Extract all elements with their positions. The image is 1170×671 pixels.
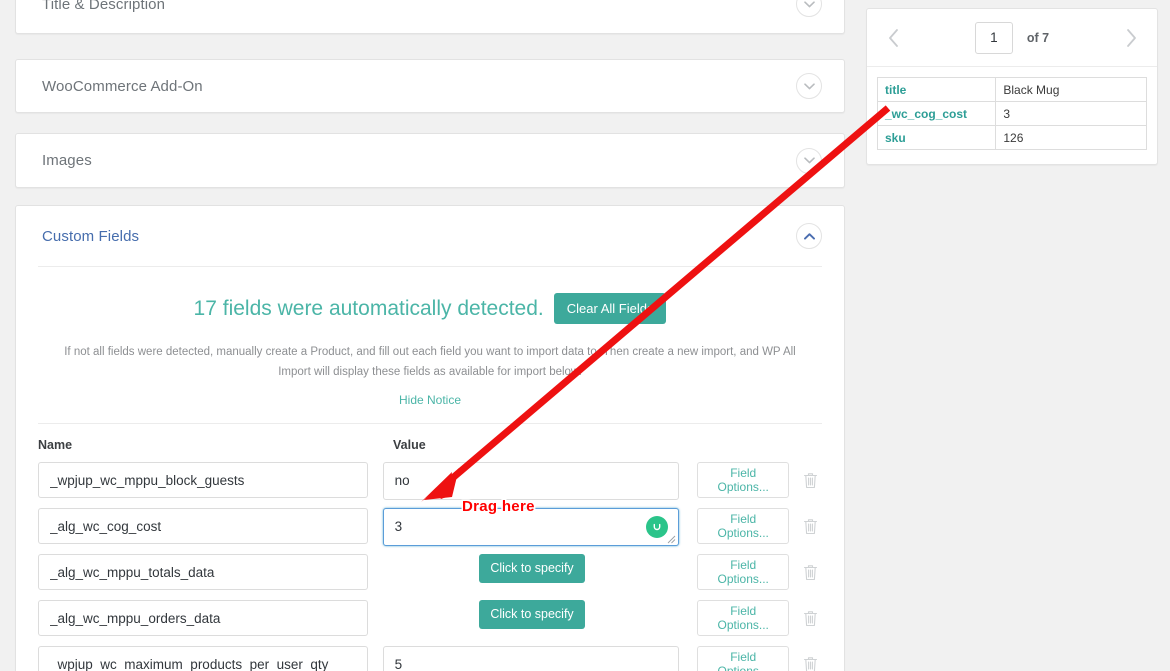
auto-detect-help-text: If not all fields were detected, manuall… — [64, 346, 796, 378]
field-value-input[interactable]: no — [382, 462, 679, 501]
field-value-text: 5 — [394, 657, 403, 671]
panel-title-description[interactable]: Title & Description — [15, 0, 845, 34]
field-name-input[interactable] — [38, 462, 368, 499]
click-to-specify-button[interactable]: Click to specify — [479, 600, 585, 629]
custom-field-row: 3 Field Options... — [38, 508, 822, 547]
custom-field-row: no Field Options... — [38, 462, 822, 501]
panel-images[interactable]: Images — [15, 133, 845, 188]
table-row[interactable]: sku 126 — [876, 125, 1147, 150]
data-preview-column: of 7 title Black Mug _wc_cog_cost — [866, 8, 1158, 165]
panel-woocommerce-addon-label: WooCommerce Add-On — [42, 77, 203, 95]
table-cell-value: 3 — [995, 101, 1147, 126]
field-options-button[interactable]: Field Options... — [697, 646, 790, 671]
fields-detected-text: 17 fields were automatically detected. — [193, 296, 544, 320]
custom-fields-column-headers: Name Value — [38, 438, 822, 452]
preview-data-table: title Black Mug _wc_cog_cost 3 sku 126 — [876, 77, 1147, 150]
field-value-cell: no — [382, 462, 682, 501]
import-template-column: Title & Description WooCommerce Add-On I… — [0, 0, 860, 671]
field-options-button[interactable]: Field Options... — [697, 600, 790, 637]
field-value-cell: 5 — [382, 646, 682, 671]
custom-field-row: Click to specify Field Options... — [38, 600, 822, 638]
column-header-value: Value — [393, 438, 426, 453]
field-options-button[interactable]: Field Options... — [697, 508, 790, 545]
field-name-input[interactable] — [38, 646, 368, 671]
chevron-up-icon[interactable] — [796, 223, 822, 249]
trash-icon[interactable] — [799, 646, 822, 671]
trash-icon[interactable] — [799, 554, 822, 590]
chevron-down-icon[interactable] — [796, 147, 822, 174]
drop-target-smiley-icon — [645, 516, 668, 539]
table-cell-key[interactable]: sku — [876, 125, 997, 150]
screen-root: Title & Description WooCommerce Add-On I… — [0, 0, 1170, 671]
click-to-specify-button[interactable]: Click to specify — [479, 554, 585, 583]
field-options-button[interactable]: Field Options... — [697, 554, 790, 591]
field-options-button[interactable]: Field Options... — [697, 462, 790, 499]
notice-divider — [38, 423, 822, 425]
table-row[interactable]: title Black Mug — [876, 77, 1147, 102]
panel-images-header[interactable]: Images — [16, 134, 844, 187]
field-value-input[interactable]: 5 — [382, 646, 679, 671]
column-header-name: Name — [38, 438, 73, 453]
chevron-left-icon[interactable] — [879, 24, 907, 52]
custom-fields-table: Name Value no Field Options... — [16, 438, 844, 671]
field-name-input[interactable] — [38, 508, 368, 545]
trash-icon[interactable] — [799, 508, 822, 544]
panel-title-description-label: Title & Description — [42, 0, 166, 13]
table-cell-key[interactable]: title — [876, 77, 997, 102]
custom-field-row: 5 Field Options... — [38, 646, 822, 671]
field-value-cell: Click to specify — [383, 554, 682, 583]
field-name-input[interactable] — [38, 600, 368, 637]
clear-all-fields-button[interactable]: Clear All Fields — [553, 293, 667, 324]
page-number-input[interactable] — [974, 21, 1013, 54]
data-preview-panel: of 7 title Black Mug _wc_cog_cost — [866, 8, 1158, 165]
auto-detect-notice: 17 fields were automatically detected. C… — [16, 267, 844, 409]
detected-row: 17 fields were automatically detected. C… — [38, 293, 822, 324]
panel-woocommerce-addon-header[interactable]: WooCommerce Add-On — [16, 60, 844, 112]
table-cell-value: 126 — [995, 125, 1147, 150]
field-value-text: 3 — [394, 519, 403, 535]
panel-custom-fields-label: Custom Fields — [42, 227, 140, 245]
field-value-cell: Click to specify — [383, 600, 682, 629]
chevron-down-icon[interactable] — [796, 73, 822, 99]
hide-notice-link[interactable]: Hide Notice — [399, 393, 461, 407]
field-name-input[interactable] — [38, 554, 368, 591]
panel-title-description-header[interactable]: Title & Description — [16, 0, 844, 33]
page-total-label: of 7 — [1026, 30, 1050, 45]
panel-custom-fields: Custom Fields 17 fields were automatical… — [15, 205, 845, 671]
panel-custom-fields-header[interactable]: Custom Fields — [16, 206, 844, 266]
table-cell-key[interactable]: _wc_cog_cost — [876, 101, 997, 126]
table-row[interactable]: _wc_cog_cost 3 — [876, 101, 1147, 126]
table-cell-value: Black Mug — [995, 77, 1147, 102]
panel-images-label: Images — [42, 152, 92, 169]
custom-field-row: Click to specify Field Options... — [38, 554, 822, 592]
field-value-input-focused[interactable]: 3 — [382, 508, 679, 547]
pager-center: of 7 — [907, 21, 1117, 54]
resize-grip-icon — [667, 535, 675, 544]
chevron-right-icon[interactable] — [1117, 24, 1145, 52]
trash-icon[interactable] — [799, 600, 822, 636]
trash-icon[interactable] — [799, 462, 822, 498]
field-value-cell: 3 — [382, 508, 682, 547]
preview-pager: of 7 — [867, 9, 1157, 67]
preview-table-wrap: title Black Mug _wc_cog_cost 3 sku 126 — [867, 67, 1157, 164]
panel-woocommerce-addon[interactable]: WooCommerce Add-On — [15, 59, 845, 113]
